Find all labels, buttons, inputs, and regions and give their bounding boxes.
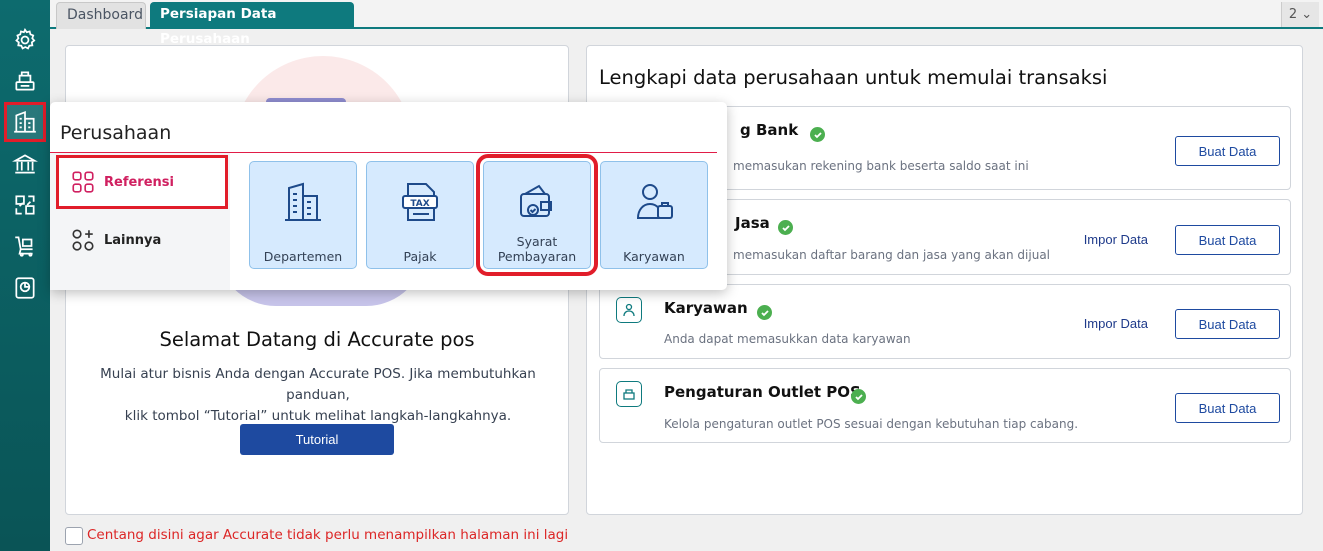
setup-row-outlet-pos: Pengaturan Outlet POS Kelola pengaturan … — [599, 368, 1291, 443]
tile-syarat-label-2: Pembayaran — [497, 249, 577, 264]
impor-data-link[interactable]: Impor Data — [1084, 232, 1148, 247]
employee-icon — [616, 297, 642, 323]
tile-karyawan-label: Karyawan — [623, 249, 685, 264]
svg-text:TAX: TAX — [410, 199, 429, 209]
settings-icon[interactable] — [6, 22, 44, 58]
row-title: Pengaturan Outlet POS — [664, 383, 861, 401]
tile-departemen-label: Departemen — [263, 249, 343, 264]
tutorial-button[interactable]: Tutorial — [240, 424, 394, 455]
outlet-icon — [616, 381, 642, 407]
setup-title: Lengkapi data perusahaan untuk memulai t… — [599, 66, 1108, 89]
row-description: Anda dapat memasukkan data karyawan — [664, 332, 911, 346]
buat-data-button[interactable]: Buat Data — [1175, 393, 1280, 423]
row-description: memasukan rekening bank beserta saldo sa… — [733, 159, 1029, 173]
row-description: Kelola pengaturan outlet POS sesuai deng… — [664, 417, 1079, 431]
tile-departemen[interactable]: Departemen — [249, 161, 357, 269]
tab-counter-dropdown[interactable]: 2 ⌄ — [1281, 2, 1319, 27]
grid-icon — [72, 171, 94, 193]
check-icon — [810, 127, 825, 142]
nav-lainnya-label: Lainnya — [104, 232, 162, 248]
tab-persiapan-data[interactable]: Persiapan Data Perusahaan — [150, 2, 354, 47]
buat-data-button[interactable]: Buat Data — [1175, 225, 1280, 255]
bank-building-icon[interactable] — [6, 146, 44, 182]
setup-row-karyawan: Karyawan Anda dapat memasukkan data kary… — [599, 284, 1291, 359]
wallet-icon — [520, 184, 552, 217]
tile-syarat-pembayaran[interactable]: Syarat Pembayaran — [476, 154, 598, 276]
apps-plus-icon — [72, 229, 94, 251]
row-title: g Bank — [740, 121, 799, 139]
hide-page-label: Centang disini agar Accurate tidak perlu… — [87, 527, 569, 543]
perusahaan-popup: Perusahaan Referensi Lainnya Departemen … — [50, 102, 727, 290]
nav-referensi-label: Referensi — [104, 174, 174, 190]
nav-lainnya[interactable]: Lainnya — [58, 215, 226, 265]
welcome-description: Mulai atur bisnis Anda dengan Accurate P… — [76, 364, 560, 427]
welcome-desc-line1: Mulai atur bisnis Anda dengan Accurate P… — [100, 366, 536, 403]
row-description: memasukan daftar barang dan jasa yang ak… — [733, 248, 1051, 262]
building-icon — [285, 182, 321, 221]
employee-briefcase-icon — [636, 184, 673, 219]
buat-data-button[interactable]: Buat Data — [1175, 309, 1280, 339]
tile-syarat-label-1: Syarat — [516, 234, 558, 249]
tile-pajak[interactable]: TAX Pajak — [366, 161, 474, 269]
popup-title: Perusahaan — [60, 122, 172, 144]
cashier-icon[interactable] — [6, 63, 44, 99]
report-icon[interactable] — [6, 270, 44, 306]
check-icon — [851, 389, 866, 404]
company-building-icon[interactable] — [4, 102, 46, 142]
tile-karyawan[interactable]: Karyawan — [600, 161, 708, 269]
row-title: Jasa — [735, 214, 770, 232]
inventory-icon[interactable] — [6, 187, 44, 223]
cart-icon[interactable] — [6, 228, 44, 264]
check-icon — [778, 220, 793, 235]
tab-bar: Dashboard Persiapan Data Perusahaan 2 ⌄ — [50, 0, 1323, 47]
sidebar — [0, 0, 50, 551]
impor-data-link[interactable]: Impor Data — [1084, 316, 1148, 331]
hide-page-checkbox[interactable] — [65, 527, 83, 545]
welcome-title: Selamat Datang di Accurate pos — [159, 328, 475, 351]
row-title: Karyawan — [664, 299, 748, 317]
buat-data-button[interactable]: Buat Data — [1175, 136, 1280, 166]
check-icon — [757, 305, 772, 320]
tax-document-icon: TAX — [402, 183, 438, 221]
nav-referensi[interactable]: Referensi — [56, 155, 228, 209]
tab-dashboard[interactable]: Dashboard — [56, 2, 146, 29]
tile-pajak-label: Pajak — [403, 249, 437, 264]
